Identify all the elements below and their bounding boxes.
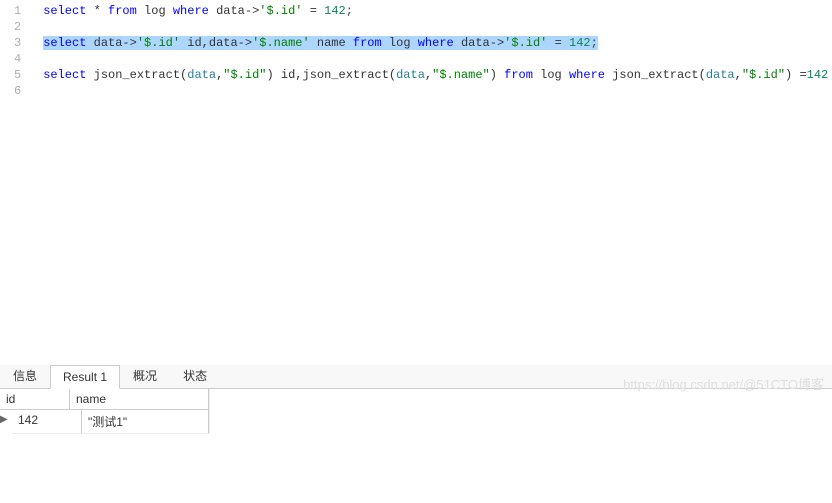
line-number: 1 — [0, 3, 31, 19]
token-string: "$.id" — [223, 68, 266, 82]
result-grid[interactable]: id name ▶ 142 "测试1" — [0, 389, 210, 434]
line-number: 6 — [0, 83, 31, 99]
column-header-id[interactable]: id — [0, 389, 70, 409]
tab-profile[interactable]: 概况 — [120, 362, 170, 388]
token-alias: name — [310, 36, 353, 50]
token-string: '$.name' — [252, 36, 310, 50]
token-func: ) id,json_extract( — [266, 68, 396, 82]
token-close: ) — [490, 68, 504, 82]
current-row-marker-icon: ▶ — [0, 414, 8, 425]
column-header-name[interactable]: name — [70, 389, 209, 409]
token-op: = — [303, 4, 325, 18]
keyword-from: from — [108, 4, 137, 18]
result-tabs: 信息 Result 1 概况 状态 — [0, 365, 832, 389]
code-area[interactable]: select * from log where data->'$.id' = 1… — [31, 0, 832, 365]
token-column: data — [187, 68, 216, 82]
line-number: 4 — [0, 51, 31, 67]
line-number: 5 — [0, 67, 31, 83]
token-alias: id,data-> — [180, 36, 252, 50]
keyword-where: where — [418, 36, 454, 50]
token-op: = — [547, 36, 569, 50]
token-string: '$.id' — [259, 4, 302, 18]
token-table: log — [137, 4, 173, 18]
token-star: * — [86, 4, 108, 18]
token-semi: ; — [591, 36, 598, 50]
token-string: "$.id" — [742, 68, 785, 82]
token-number: 142 — [807, 68, 829, 82]
code-line-4[interactable] — [31, 51, 832, 67]
token-string: "$.name" — [432, 68, 490, 82]
keyword-where: where — [569, 68, 605, 82]
code-line-5[interactable]: select json_extract(data,"$.id") id,json… — [31, 67, 832, 83]
code-line-3[interactable]: select data->'$.id' id,data->'$.name' na… — [31, 35, 832, 51]
token-column: data-> — [86, 36, 136, 50]
token-column: data-> — [209, 4, 259, 18]
result-header-row: id name — [0, 389, 209, 410]
line-number: 3 — [0, 35, 31, 51]
sql-editor[interactable]: 1 2 3 4 5 6 select * from log where data… — [0, 0, 832, 365]
token-column: data-> — [454, 36, 504, 50]
token-close: ) = — [785, 68, 807, 82]
line-number: 2 — [0, 19, 31, 35]
tab-status[interactable]: 状态 — [170, 362, 220, 388]
token-string: '$.id' — [137, 36, 180, 50]
code-line-1[interactable]: select * from log where data->'$.id' = 1… — [31, 3, 832, 19]
token-comma: , — [735, 68, 742, 82]
code-line-2[interactable] — [31, 19, 832, 35]
token-number: 142 — [569, 36, 591, 50]
token-table: log — [533, 68, 569, 82]
token-number: 142 — [324, 4, 346, 18]
keyword-select: select — [43, 68, 86, 82]
keyword-select: select — [43, 4, 86, 18]
cell-name[interactable]: "测试1" — [82, 410, 209, 433]
keyword-from: from — [504, 68, 533, 82]
tab-result-1[interactable]: Result 1 — [50, 365, 120, 389]
token-string: '$.id' — [504, 36, 547, 50]
tab-info[interactable]: 信息 — [0, 362, 50, 388]
token-column: data — [396, 68, 425, 82]
keyword-where: where — [173, 4, 209, 18]
keyword-from: from — [353, 36, 382, 50]
keyword-select: select — [43, 36, 86, 50]
table-row[interactable]: ▶ 142 "测试1" — [12, 410, 209, 434]
token-column: data — [706, 68, 735, 82]
cell-id[interactable]: 142 — [12, 410, 82, 433]
token-func: json_extract( — [86, 68, 187, 82]
token-func: json_extract( — [605, 68, 706, 82]
token-semi: ; — [346, 4, 353, 18]
token-table: log — [382, 36, 418, 50]
code-line-6[interactable] — [31, 83, 832, 99]
selection-highlight: select data->'$.id' id,data->'$.name' na… — [43, 36, 598, 50]
line-gutter: 1 2 3 4 5 6 — [0, 0, 31, 365]
